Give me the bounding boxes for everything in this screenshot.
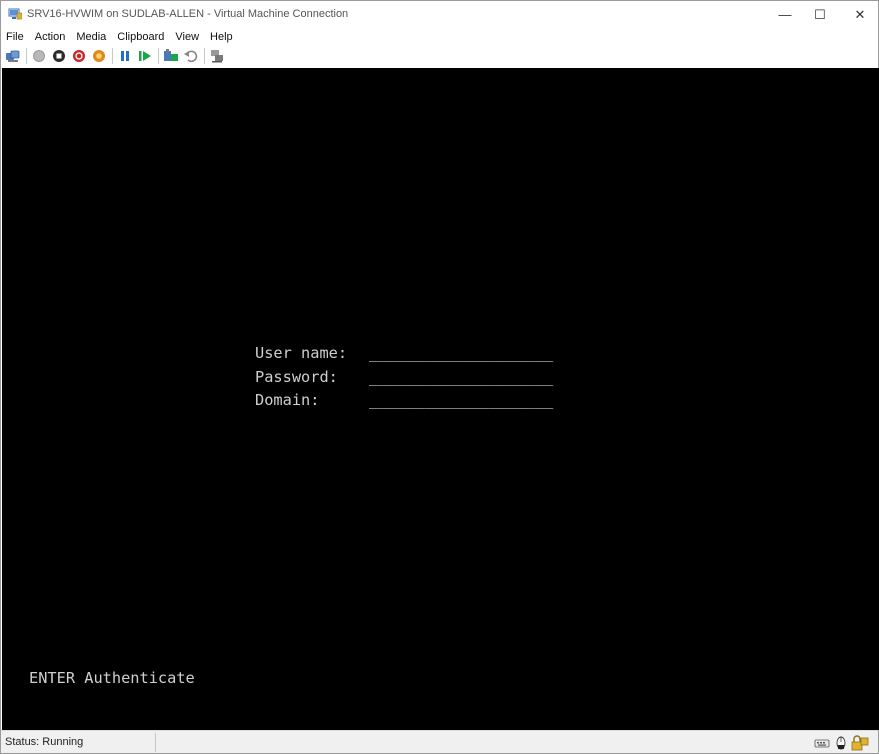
password-field[interactable]: ____________________ bbox=[369, 368, 553, 392]
enhanced-session-icon[interactable] bbox=[209, 48, 225, 64]
vm-console-screen[interactable]: User name: ____________________ Password… bbox=[2, 68, 879, 730]
menu-help[interactable]: Help bbox=[210, 31, 233, 43]
menu-media[interactable]: Media bbox=[76, 31, 106, 43]
status-divider bbox=[155, 733, 156, 752]
toolbar-separator bbox=[158, 48, 159, 64]
menu-bar: File Action Media Clipboard View Help bbox=[1, 28, 878, 45]
enter-authenticate-hint: ENTER Authenticate bbox=[29, 669, 195, 687]
username-row: User name: ____________________ bbox=[255, 344, 553, 368]
window-title: SRV16-HVWIM on SUDLAB-ALLEN - Virtual Ma… bbox=[27, 8, 349, 20]
status-text: Status: Running bbox=[5, 736, 84, 748]
revert-icon[interactable] bbox=[183, 48, 199, 64]
status-bar: Status: Running bbox=[1, 730, 878, 753]
username-label: User name: bbox=[255, 344, 348, 362]
menu-view[interactable]: View bbox=[175, 31, 199, 43]
domain-label: Domain: bbox=[255, 391, 320, 409]
domain-row: Domain: ____________________ bbox=[255, 391, 553, 415]
password-label: Password: bbox=[255, 367, 338, 386]
checkpoint-icon[interactable] bbox=[163, 48, 179, 64]
lock-icon bbox=[851, 735, 869, 751]
password-row: Password: ____________________ bbox=[255, 368, 553, 392]
keyboard-icon bbox=[814, 735, 830, 750]
toolbar-separator bbox=[26, 48, 27, 64]
toolbar-separator bbox=[112, 48, 113, 64]
resume-icon[interactable] bbox=[137, 48, 153, 64]
menu-action[interactable]: Action bbox=[35, 31, 66, 43]
save-icon[interactable] bbox=[91, 48, 107, 64]
toolbar-separator bbox=[204, 48, 205, 64]
pause-icon[interactable] bbox=[117, 48, 133, 64]
username-field[interactable]: ____________________ bbox=[369, 344, 553, 368]
domain-field[interactable]: ____________________ bbox=[369, 391, 553, 415]
login-form: User name: ____________________ Password… bbox=[255, 344, 553, 415]
title-bar[interactable]: SRV16-HVWIM on SUDLAB-ALLEN - Virtual Ma… bbox=[1, 1, 878, 28]
vm-connection-window: SRV16-HVWIM on SUDLAB-ALLEN - Virtual Ma… bbox=[0, 0, 879, 754]
vm-connection-app-icon bbox=[8, 8, 23, 20]
shut-down-icon[interactable] bbox=[71, 48, 87, 64]
close-button[interactable]: ✕ bbox=[837, 1, 879, 28]
start-icon[interactable] bbox=[31, 48, 47, 64]
ctrl-alt-del-icon[interactable] bbox=[5, 48, 21, 64]
mouse-icon bbox=[833, 735, 849, 750]
menu-file[interactable]: File bbox=[6, 31, 24, 43]
menu-clipboard[interactable]: Clipboard bbox=[117, 31, 164, 43]
turn-off-icon[interactable] bbox=[51, 48, 67, 64]
toolbar bbox=[1, 45, 878, 67]
